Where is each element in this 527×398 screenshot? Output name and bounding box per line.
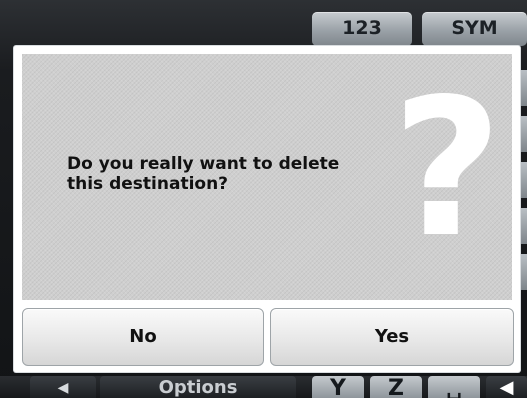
question-mark-icon: ? — [392, 58, 503, 279]
key-z[interactable]: Z — [370, 376, 422, 398]
delete-arrow-icon[interactable]: ◀ — [486, 376, 527, 398]
delete-confirmation-dialog: ? Do you really want to delete this dest… — [14, 46, 520, 372]
options-button[interactable]: Options — [100, 376, 296, 398]
back-arrow-icon[interactable]: ◀ — [30, 376, 96, 398]
symbol-keyboard-button[interactable]: SYM — [422, 12, 527, 46]
yes-button[interactable]: Yes — [270, 308, 514, 366]
numeric-keyboard-button[interactable]: 123 — [312, 12, 412, 46]
key-y[interactable]: Y — [312, 376, 364, 398]
no-button[interactable]: No — [22, 308, 264, 366]
dialog-message: Do you really want to delete this destin… — [67, 154, 340, 194]
dialog-content-panel: ? Do you really want to delete this dest… — [22, 54, 512, 300]
space-key[interactable]: ␣ — [428, 376, 480, 398]
